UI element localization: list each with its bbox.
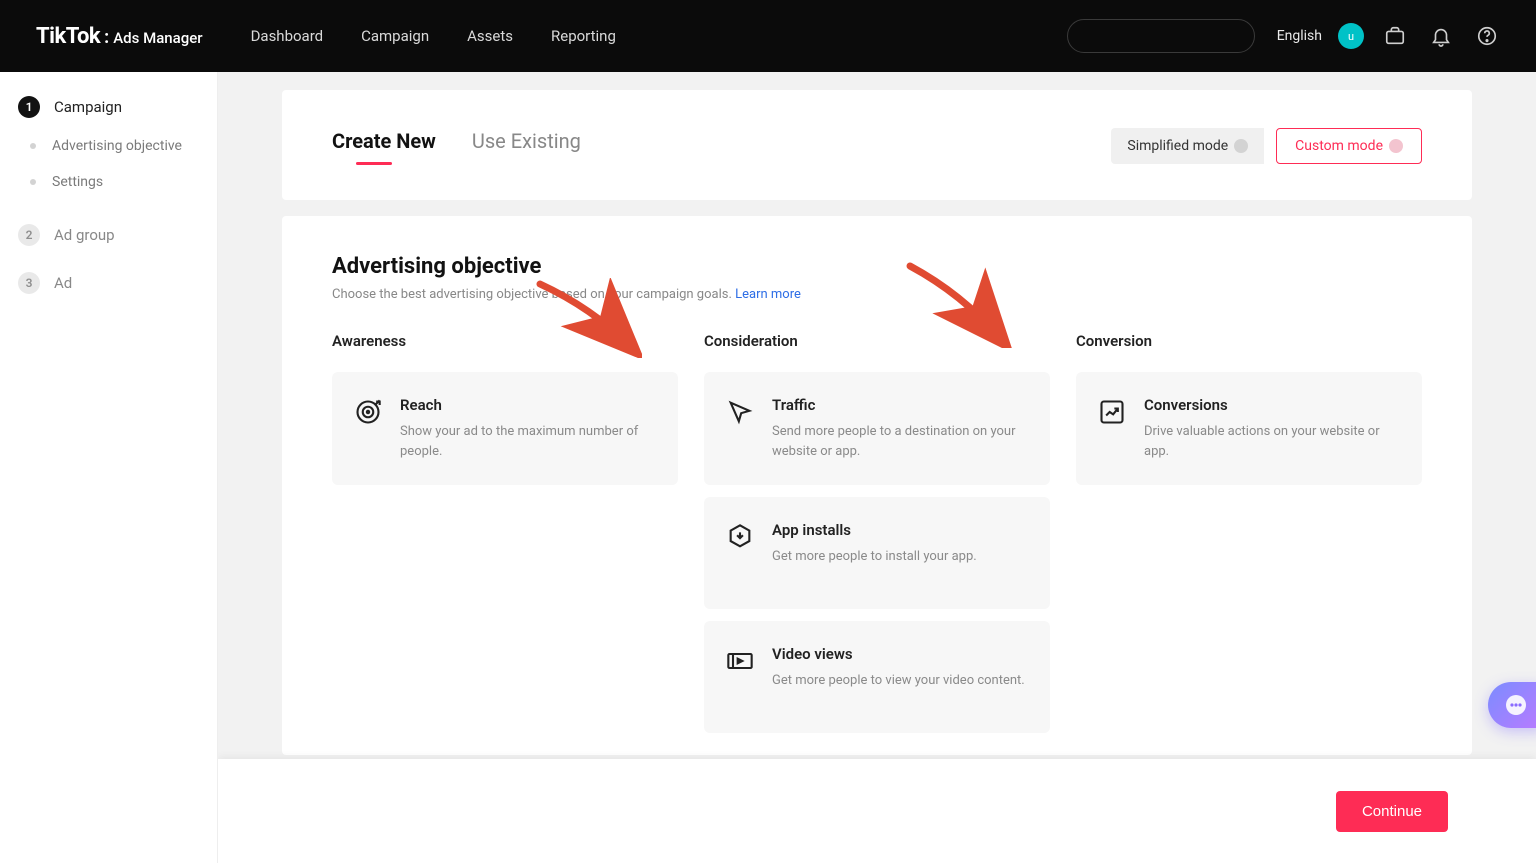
column-consideration: Consideration Traffic Send more people t… [704,332,1050,745]
objective-app-installs[interactable]: App installs Get more people to install … [704,497,1050,609]
objectives-grid: Awareness Reach Show your ad to the maxi… [332,332,1422,745]
top-header: TikTok : Ads Manager Dashboard Campaign … [0,0,1536,72]
nav-assets[interactable]: Assets [467,27,513,45]
objective-name: Conversions [1144,396,1400,414]
step-badge-2: 2 [18,224,40,246]
top-nav: Dashboard Campaign Assets Reporting [251,27,616,45]
create-tabs: Create New Use Existing [332,129,581,163]
chart-up-icon [1098,398,1126,426]
tab-use-existing[interactable]: Use Existing [472,129,581,163]
brand-sub: Ads Manager [113,29,202,47]
mode-simplified-label: Simplified mode [1127,138,1228,154]
step-badge-3: 3 [18,272,40,294]
tab-create-new[interactable]: Create New [332,129,436,163]
column-awareness: Awareness Reach Show your ad to the maxi… [332,332,678,745]
mode-custom-label: Custom mode [1295,138,1383,154]
objective-traffic[interactable]: Traffic Send more people to a destinatio… [704,372,1050,485]
objective-desc: Drive valuable actions on your website o… [1144,422,1400,461]
left-sidebar: 1 Campaign Advertising objective Setting… [0,72,218,863]
column-heading-awareness: Awareness [332,332,678,350]
step-label-ad: Ad [54,274,72,292]
panel-create-mode: Create New Use Existing Simplified mode … [282,90,1472,200]
target-icon [354,398,382,426]
briefcase-icon[interactable] [1382,23,1408,49]
step-ad[interactable]: 3 Ad [0,262,217,304]
search-input[interactable] [1067,19,1255,53]
objective-name: Traffic [772,396,1028,414]
step-ad-group[interactable]: 2 Ad group [0,214,217,256]
nav-campaign[interactable]: Campaign [361,27,429,45]
step-label-adgroup: Ad group [54,226,115,244]
nav-dashboard[interactable]: Dashboard [251,27,324,45]
mode-simplified[interactable]: Simplified mode [1111,128,1264,164]
avatar[interactable]: u [1338,23,1364,49]
objective-desc: Show your ad to the maximum number of pe… [400,422,656,461]
substep-advertising-objective[interactable]: Advertising objective [0,128,217,164]
step-label-campaign: Campaign [54,98,122,116]
substep-label: Settings [52,174,103,190]
objective-name: Video views [772,645,1025,663]
objective-desc: Send more people to a destination on you… [772,422,1028,461]
objective-name: Reach [400,396,656,414]
mode-toggle: Simplified mode Custom mode [1111,128,1422,164]
column-conversion: Conversion Conversions Drive valuable ac… [1076,332,1422,745]
objective-name: App installs [772,521,977,539]
help-icon[interactable] [1474,23,1500,49]
panel-advertising-objective: Advertising objective Choose the best ad… [282,216,1472,755]
learn-more-link[interactable]: Learn more [735,287,801,302]
brand-logo: TikTok : Ads Manager [36,24,203,49]
help-icon [1234,139,1248,153]
step-campaign[interactable]: 1 Campaign [0,86,217,128]
language-selector[interactable]: English [1277,28,1322,44]
nav-reporting[interactable]: Reporting [551,27,616,45]
footer-bar: Continue [218,759,1536,863]
column-heading-consideration: Consideration [704,332,1050,350]
brand-sep: : [104,27,109,48]
objective-desc: Get more people to view your video conte… [772,671,1025,691]
substep-settings[interactable]: Settings [0,164,217,200]
chat-icon [1504,693,1528,717]
objective-reach[interactable]: Reach Show your ad to the maximum number… [332,372,678,485]
dot-icon [30,179,36,185]
section-title: Advertising objective [332,254,1422,279]
dot-icon [30,143,36,149]
help-icon [1389,139,1403,153]
chat-fab[interactable] [1488,682,1536,728]
mode-custom[interactable]: Custom mode [1276,128,1422,164]
objective-conversions[interactable]: Conversions Drive valuable actions on yo… [1076,372,1422,485]
bell-icon[interactable] [1428,23,1454,49]
main-content: Create New Use Existing Simplified mode … [218,72,1536,863]
hexagon-icon [726,523,754,551]
brand-tiktok: TikTok [36,24,100,49]
cursor-icon [726,398,754,426]
objective-video-views[interactable]: Video views Get more people to view your… [704,621,1050,733]
continue-button[interactable]: Continue [1336,791,1448,832]
column-heading-conversion: Conversion [1076,332,1422,350]
substep-label: Advertising objective [52,138,182,154]
video-icon [726,647,754,675]
objective-desc: Get more people to install your app. [772,547,977,567]
section-subtitle: Choose the best advertising objective ba… [332,287,1422,302]
step-badge-1: 1 [18,96,40,118]
